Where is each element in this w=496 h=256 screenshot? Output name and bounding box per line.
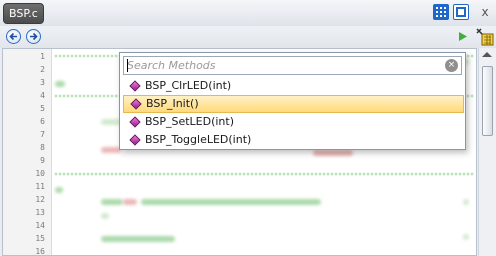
search-methods-input[interactable]: [127, 58, 437, 73]
close-icon: x: [481, 5, 489, 19]
code-line-blurred: [313, 150, 353, 156]
method-icon: [129, 134, 141, 146]
line-number: 7: [40, 130, 45, 139]
forward-arrow-icon: [30, 32, 38, 41]
method-icon: [129, 80, 141, 92]
method-label: BSP_SetLED(int): [145, 115, 235, 128]
text-caret: [127, 59, 128, 72]
vertical-scrollbar[interactable]: [478, 48, 496, 256]
method-icon: [130, 98, 142, 110]
code-line-blurred: [141, 199, 321, 205]
code-line-blurred: [123, 199, 137, 205]
method-item[interactable]: BSP_SetLED(int): [123, 113, 464, 131]
line-number: 15: [35, 234, 45, 243]
grid-view-button[interactable]: [433, 4, 449, 20]
method-label: BSP_Init(): [146, 97, 199, 110]
line-number: 13: [35, 208, 45, 217]
code-line-blurred: [463, 199, 469, 205]
line-number: 6: [40, 117, 45, 126]
back-button[interactable]: [6, 29, 21, 44]
grid-icon: [436, 7, 446, 17]
title-bar: BSP.c x: [0, 0, 496, 26]
method-item[interactable]: BSP_ClrLED(int): [123, 77, 464, 95]
line-number: 2: [40, 65, 45, 74]
code-line-blurred: [55, 81, 65, 87]
line-number: 16: [35, 247, 45, 256]
document-tab[interactable]: BSP.c: [3, 3, 44, 24]
single-view-button[interactable]: [453, 4, 469, 20]
code-line-blurred: [101, 119, 121, 125]
back-arrow-icon: [9, 32, 17, 41]
clear-search-icon[interactable]: ×: [445, 59, 458, 72]
line-number: 14: [35, 221, 45, 230]
navigation-bar: [0, 26, 496, 48]
line-number: 1: [40, 52, 45, 61]
code-line-blurred: [101, 236, 175, 242]
line-number: 8: [40, 143, 45, 152]
code-line-blurred: [101, 147, 121, 153]
search-box: ×: [123, 56, 462, 75]
line-number-gutter: 1 2 3 4 5 6 7 8 9 10 11 12 13 14 15 16: [3, 49, 52, 255]
method-list: BSP_ClrLED(int) BSP_Init() BSP_SetLED(in…: [123, 77, 464, 149]
line-number: 5: [40, 104, 45, 113]
code-line-blurred: [101, 199, 123, 205]
method-icon: [129, 116, 141, 128]
code-line-blurred: [55, 187, 63, 193]
play-icon[interactable]: [458, 31, 468, 42]
method-item[interactable]: BSP_ToggleLED(int): [123, 131, 464, 149]
comment-border: [55, 173, 473, 175]
line-number: 12: [35, 195, 45, 204]
method-label: BSP_ClrLED(int): [145, 79, 232, 92]
line-number: 10: [35, 169, 45, 178]
tools-icon[interactable]: [476, 28, 494, 46]
scrollbar-thumb[interactable]: [482, 66, 493, 136]
method-search-popup: × BSP_ClrLED(int) BSP_Init() BSP_SetLED(…: [119, 52, 466, 150]
method-label: BSP_ToggleLED(int): [145, 133, 252, 146]
code-line-blurred: [101, 213, 109, 219]
scroll-up-icon[interactable]: [482, 52, 492, 57]
line-number: 4: [40, 91, 45, 100]
line-number: 3: [40, 78, 45, 87]
code-line-blurred: [463, 234, 469, 240]
line-number: 11: [35, 182, 45, 191]
forward-button[interactable]: [26, 29, 41, 44]
method-item-selected[interactable]: BSP_Init(): [123, 95, 464, 113]
view-icon: [456, 7, 466, 17]
close-button[interactable]: x: [477, 4, 493, 20]
line-number: 9: [40, 156, 45, 165]
